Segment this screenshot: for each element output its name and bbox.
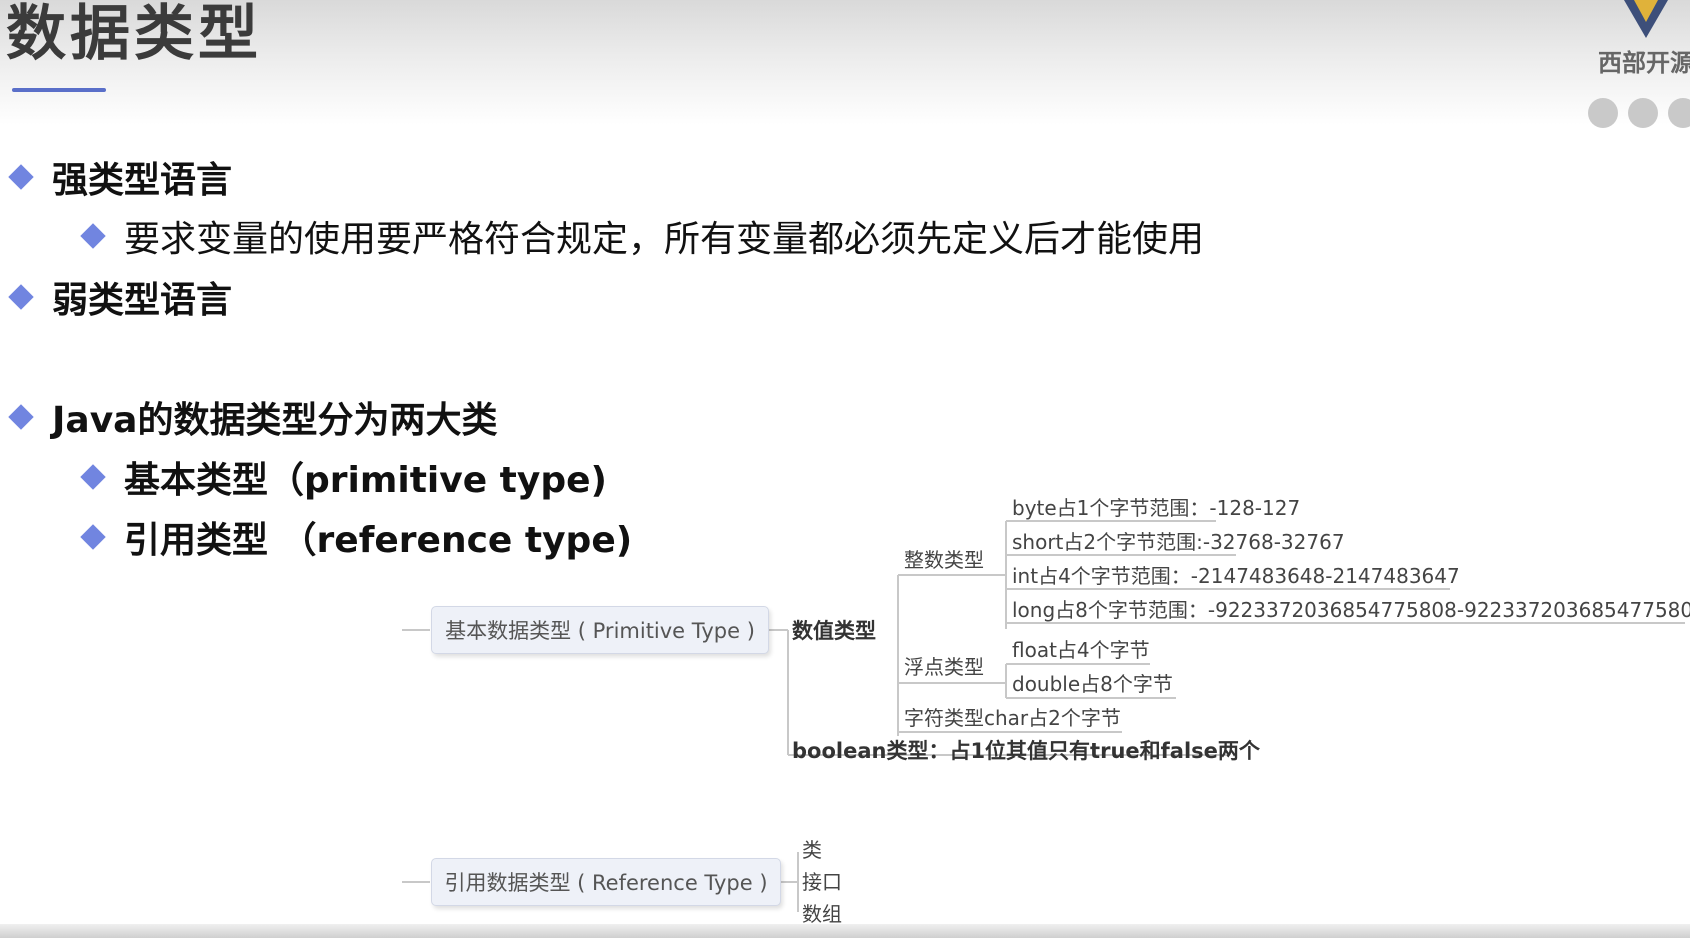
char-label: 字符类型char占2个字节 (904, 706, 1121, 730)
double-label: double占8个字节 (1012, 672, 1173, 696)
boolean-label: boolean类型：占1位其值只有true和false两个 (792, 739, 1260, 763)
bottom-band (0, 924, 1690, 938)
primitive-type-node[interactable]: 基本数据类型 ( Primitive Type ) (431, 606, 769, 654)
node-label: 引用数据类型 ( Reference Type ) (444, 871, 768, 895)
long-label: long占8个字节范围：-9223372036854775808-9223372… (1012, 598, 1690, 622)
int-label: int占4个字节范围：-2147483648-2147483647 (1012, 564, 1460, 588)
class-label: 类 (802, 838, 822, 862)
reference-type-node[interactable]: 引用数据类型 ( Reference Type ) (431, 858, 781, 906)
node-label: 基本数据类型 ( Primitive Type ) (445, 619, 755, 643)
float-label: float占4个字节 (1012, 638, 1150, 662)
byte-label: byte占1个字节范围：-128-127 (1012, 496, 1301, 520)
numeric-type-label: 数值类型 (792, 619, 876, 643)
integer-type-label: 整数类型 (904, 548, 984, 572)
interface-label: 接口 (802, 870, 842, 894)
float-type-label: 浮点类型 (904, 655, 984, 679)
short-label: short占2个字节范围:-32768-32767 (1012, 530, 1345, 554)
mindmap-connectors (402, 520, 1685, 912)
